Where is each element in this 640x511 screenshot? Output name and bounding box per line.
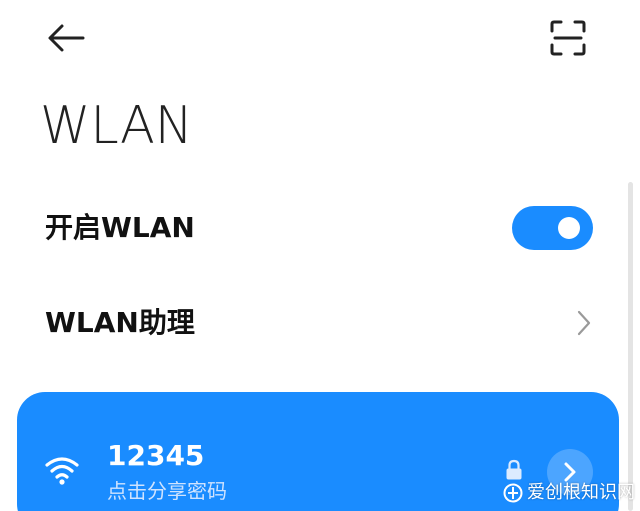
- lock-icon: [506, 459, 522, 480]
- page-title: WLAN: [40, 96, 193, 156]
- watermark: 爱创根知识网: [503, 481, 635, 505]
- wlan-assistant-label[interactable]: WLAN助理: [45, 305, 195, 341]
- wlan-toggle-label: 开启WLAN: [45, 211, 195, 244]
- toggle-knob: [558, 217, 580, 239]
- wifi-icon: [45, 457, 79, 485]
- share-password-hint[interactable]: 点击分享密码: [107, 477, 227, 505]
- chevron-right-icon: [564, 462, 576, 482]
- wlan-toggle-switch[interactable]: [512, 206, 593, 250]
- wlan-settings-screen: WLAN 开启WLAN WLAN助理 12345 点击分享密码 爱创根知识网: [0, 0, 640, 511]
- back-button[interactable]: [40, 16, 92, 60]
- watermark-text: 爱创根知识网: [527, 482, 635, 503]
- scan-frame-icon: [550, 20, 586, 56]
- arrow-left-icon: [48, 24, 85, 52]
- network-name: 12345: [107, 439, 205, 472]
- scrollbar[interactable]: [628, 182, 633, 511]
- scan-button[interactable]: [544, 14, 592, 62]
- watermark-logo-icon: [503, 483, 523, 503]
- chevron-right-icon[interactable]: [574, 308, 594, 338]
